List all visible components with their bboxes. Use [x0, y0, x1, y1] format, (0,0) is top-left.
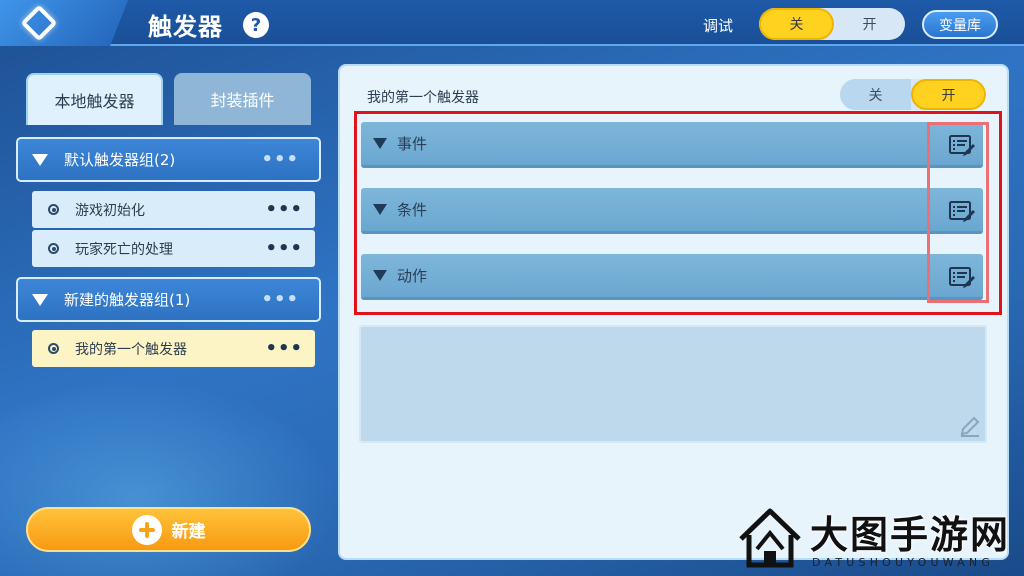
debug-toggle-on[interactable]: 开 — [834, 8, 905, 40]
debug-label: 调试 — [703, 17, 734, 35]
trigger-toggle-on[interactable]: 开 — [911, 79, 986, 110]
radio-icon — [48, 204, 59, 215]
plus-icon — [131, 514, 162, 545]
group-label: 新建的触发器组(1) — [64, 291, 191, 309]
help-icon[interactable]: ? — [243, 12, 269, 38]
tab-local-triggers[interactable]: 本地触发器 — [26, 73, 163, 125]
trigger-name: 我的第一个触发器 — [367, 90, 479, 106]
radio-icon — [48, 343, 59, 354]
trigger-item-game-init[interactable]: 游戏初始化 ••• — [32, 191, 315, 228]
pencil-icon[interactable] — [959, 415, 981, 437]
highlight-box-outer — [354, 111, 1002, 315]
trigger-item-label: 游戏初始化 — [75, 202, 145, 219]
new-trigger-button[interactable]: 新建 — [26, 507, 311, 552]
trigger-toggle-off[interactable]: 关 — [840, 79, 911, 110]
highlight-box-edit-icons — [927, 122, 989, 303]
tab-packaged-plugins[interactable]: 封装插件 — [174, 73, 311, 125]
trigger-enable-toggle[interactable]: 关 开 — [840, 79, 986, 110]
debug-toggle[interactable]: 关 开 — [759, 8, 905, 40]
collapse-triangle-icon[interactable] — [32, 153, 48, 166]
more-icon[interactable]: ••• — [261, 149, 299, 170]
group-label: 默认触发器组(2) — [64, 151, 176, 169]
app-logo[interactable] — [0, 0, 128, 46]
page-title: 触发器 — [148, 13, 223, 41]
watermark-logo-icon — [739, 508, 801, 568]
debug-toggle-off[interactable]: 关 — [759, 8, 834, 40]
more-icon[interactable]: ••• — [265, 338, 303, 359]
watermark-subtext: DATUSHOUYOUWANG — [812, 556, 995, 569]
trigger-item-label: 我的第一个触发器 — [75, 341, 187, 358]
more-icon[interactable]: ••• — [265, 199, 303, 220]
trigger-item-player-death[interactable]: 玩家死亡的处理 ••• — [32, 230, 315, 267]
more-icon[interactable]: ••• — [265, 238, 303, 259]
watermark-text: 大图手游网 — [810, 512, 1011, 557]
radio-icon — [48, 243, 59, 254]
trigger-group-default[interactable]: 默认触发器组(2) ••• — [16, 137, 321, 182]
header-bar: 触发器 ? 调试 关 开 变量库 — [0, 0, 1024, 46]
trigger-item-my-first[interactable]: 我的第一个触发器 ••• — [32, 330, 315, 367]
variable-library-button[interactable]: 变量库 — [922, 10, 998, 39]
trigger-group-new[interactable]: 新建的触发器组(1) ••• — [16, 277, 321, 322]
new-button-label: 新建 — [171, 522, 206, 542]
logo-icon — [20, 4, 58, 42]
description-textarea[interactable] — [359, 325, 987, 443]
collapse-triangle-icon[interactable] — [32, 293, 48, 306]
more-icon[interactable]: ••• — [261, 289, 299, 310]
trigger-item-label: 玩家死亡的处理 — [75, 241, 173, 258]
